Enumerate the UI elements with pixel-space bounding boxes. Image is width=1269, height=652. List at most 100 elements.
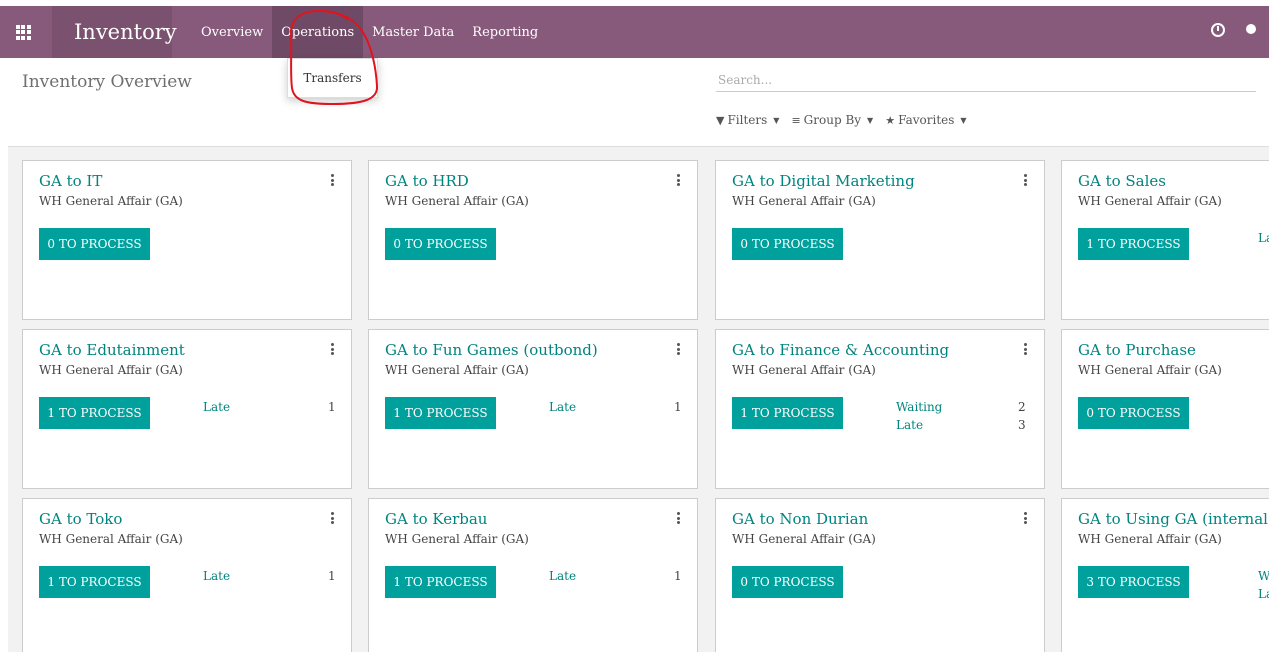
to-process-button[interactable]: 0 TO PROCESS [385, 228, 496, 260]
list-icon: ≡ [791, 113, 801, 127]
picking-type-card[interactable]: GA to Finance & Accounting WH General Af… [715, 329, 1045, 489]
picking-type-card[interactable]: GA to Sales WH General Affair (GA) 1 TO … [1061, 160, 1269, 320]
card-title[interactable]: GA to Using GA (internal [1078, 510, 1268, 528]
card-warehouse: WH General Affair (GA) [385, 363, 529, 377]
picking-type-card[interactable]: GA to HRD WH General Affair (GA) 0 TO PR… [368, 160, 698, 320]
to-process-button[interactable]: 1 TO PROCESS [39, 566, 150, 598]
to-process-button[interactable]: 0 TO PROCESS [732, 228, 843, 260]
to-process-button[interactable]: 1 TO PROCESS [1078, 228, 1189, 260]
menu-reporting[interactable]: Reporting [463, 6, 547, 58]
filters-label: Filters [727, 113, 768, 127]
top-navbar: Inventory Overview Operations Master Dat… [0, 6, 1269, 58]
card-warehouse: WH General Affair (GA) [732, 532, 876, 546]
to-process-button[interactable]: 1 TO PROCESS [385, 566, 496, 598]
card-title[interactable]: GA to Kerbau [385, 510, 487, 528]
kebab-menu-icon[interactable] [1024, 343, 1028, 355]
card-warehouse: WH General Affair (GA) [1078, 194, 1222, 208]
kebab-menu-icon[interactable] [331, 343, 335, 355]
picking-type-card[interactable]: GA to Using GA (internal WH General Affa… [1061, 498, 1269, 652]
card-warehouse: WH General Affair (GA) [732, 194, 876, 208]
card-warehouse: WH General Affair (GA) [1078, 363, 1222, 377]
late-link[interactable]: Late [203, 569, 230, 583]
to-process-button[interactable]: 1 TO PROCESS [732, 397, 843, 429]
kebab-menu-icon[interactable] [331, 512, 335, 524]
apps-menu-button[interactable] [0, 6, 46, 58]
caret-down-icon: ▼ [867, 115, 874, 125]
card-title[interactable]: GA to Fun Games (outbond) [385, 341, 598, 359]
picking-type-card[interactable]: GA to Kerbau WH General Affair (GA) 1 TO… [368, 498, 698, 652]
picking-type-card[interactable]: GA to Fun Games (outbond) WH General Aff… [368, 329, 698, 489]
card-title[interactable]: GA to Purchase [1078, 341, 1196, 359]
late-link[interactable]: Late [549, 400, 576, 414]
card-title[interactable]: GA to Sales [1078, 172, 1166, 190]
picking-type-card[interactable]: GA to IT WH General Affair (GA) 0 TO PRO… [22, 160, 352, 320]
to-process-button[interactable]: 0 TO PROCESS [732, 566, 843, 598]
card-warehouse: WH General Affair (GA) [39, 532, 183, 546]
kebab-menu-icon[interactable] [677, 343, 681, 355]
picking-type-card[interactable]: GA to Purchase WH General Affair (GA) 0 … [1061, 329, 1269, 489]
late-link[interactable]: Late [549, 569, 576, 583]
card-title[interactable]: GA to HRD [385, 172, 469, 190]
picking-type-card[interactable]: GA to Toko WH General Affair (GA) 1 TO P… [22, 498, 352, 652]
waiting-link[interactable]: Waiting [896, 400, 942, 414]
menu-overview[interactable]: Overview [192, 6, 272, 58]
to-process-button[interactable]: 1 TO PROCESS [39, 397, 150, 429]
kebab-menu-icon[interactable] [677, 174, 681, 186]
to-process-button[interactable]: 0 TO PROCESS [1078, 397, 1189, 429]
breadcrumb: Inventory Overview [22, 72, 192, 92]
late-count: 1 [674, 400, 682, 414]
waiting-count: 2 [1018, 400, 1026, 414]
grid-icon [15, 24, 31, 40]
late-count: 1 [328, 400, 336, 414]
picking-type-card[interactable]: GA to Digital Marketing WH General Affai… [715, 160, 1045, 320]
kebab-menu-icon[interactable] [1024, 512, 1028, 524]
favorites-button[interactable]: ★ Favorites ▼ [885, 113, 966, 127]
favorites-label: Favorites [898, 113, 955, 127]
picking-type-card[interactable]: GA to Non Durian WH General Affair (GA) … [715, 498, 1045, 652]
group-by-button[interactable]: ≡ Group By ▼ [791, 113, 873, 127]
late-count: 1 [328, 569, 336, 583]
clock-icon[interactable] [1211, 23, 1225, 37]
card-warehouse: WH General Affair (GA) [39, 363, 183, 377]
picking-type-card[interactable]: GA to Edutainment WH General Affair (GA)… [22, 329, 352, 489]
late-count: 3 [1018, 418, 1026, 432]
funnel-icon: ▼ [716, 113, 725, 127]
chat-icon[interactable] [1246, 24, 1256, 34]
card-title[interactable]: GA to IT [39, 172, 102, 190]
to-process-button[interactable]: 3 TO PROCESS [1078, 566, 1189, 598]
late-link[interactable]: La [1258, 587, 1269, 601]
dropdown-item-transfers[interactable]: Transfers [303, 71, 361, 85]
search-input[interactable] [716, 68, 1256, 92]
caret-down-icon: ▼ [773, 115, 780, 125]
card-title[interactable]: GA to Toko [39, 510, 122, 528]
card-title[interactable]: GA to Non Durian [732, 510, 868, 528]
group-by-label: Group By [803, 113, 862, 127]
star-icon: ★ [885, 113, 896, 127]
menu-master-data[interactable]: Master Data [363, 6, 463, 58]
card-warehouse: WH General Affair (GA) [39, 194, 183, 208]
to-process-button[interactable]: 0 TO PROCESS [39, 228, 150, 260]
card-title[interactable]: GA to Edutainment [39, 341, 185, 359]
card-title[interactable]: GA to Finance & Accounting [732, 341, 949, 359]
menu-operations[interactable]: Operations [272, 6, 364, 58]
to-process-button[interactable]: 1 TO PROCESS [385, 397, 496, 429]
late-link[interactable]: La [1258, 231, 1269, 245]
card-warehouse: WH General Affair (GA) [385, 532, 529, 546]
late-link[interactable]: Late [203, 400, 230, 414]
waiting-link[interactable]: W [1258, 569, 1269, 583]
card-warehouse: WH General Affair (GA) [1078, 532, 1222, 546]
app-title[interactable]: Inventory [52, 6, 177, 58]
filters-button[interactable]: ▼ Filters ▼ [716, 113, 779, 127]
operations-dropdown: Transfers [287, 58, 378, 98]
late-count: 1 [674, 569, 682, 583]
card-warehouse: WH General Affair (GA) [385, 194, 529, 208]
search-filter-bar: ▼ Filters ▼ ≡ Group By ▼ ★ Favorites ▼ [716, 113, 979, 127]
card-warehouse: WH General Affair (GA) [732, 363, 876, 377]
kebab-menu-icon[interactable] [331, 174, 335, 186]
late-link[interactable]: Late [896, 418, 923, 432]
kanban-view: GA to IT WH General Affair (GA) 0 TO PRO… [8, 146, 1269, 652]
kebab-menu-icon[interactable] [1024, 174, 1028, 186]
kebab-menu-icon[interactable] [677, 512, 681, 524]
caret-down-icon: ▼ [960, 115, 967, 125]
card-title[interactable]: GA to Digital Marketing [732, 172, 915, 190]
